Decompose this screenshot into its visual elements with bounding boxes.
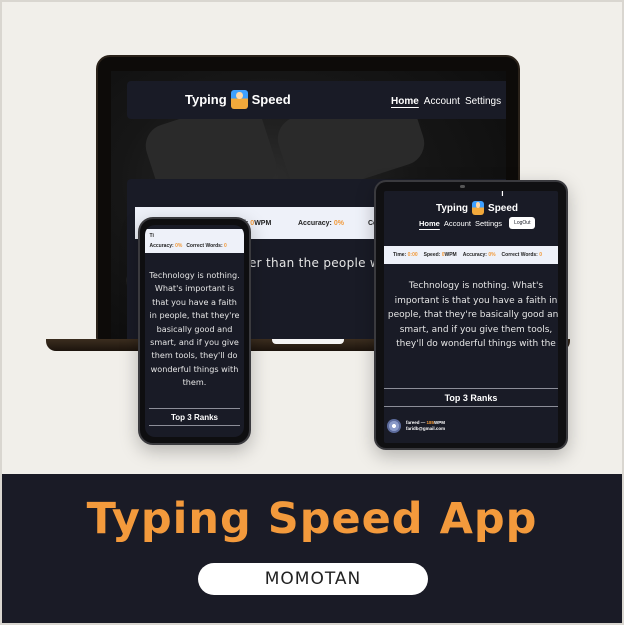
brand-logo[interactable]: Typing Speed [185, 90, 291, 109]
phone-screen: Ti Accuracy: 0% Correct Words: 0 Technol… [145, 225, 244, 437]
tablet-nav-links: Home Account Settings LogOut [419, 217, 536, 229]
phone-notch [174, 220, 204, 225]
nav-account-link[interactable]: Account [444, 219, 471, 228]
gear-avatar-icon [387, 419, 401, 433]
brand-text-right: Speed [251, 92, 291, 107]
phone-divider [149, 408, 240, 409]
phone-correct-words-stat: Correct Words: 0 [186, 243, 227, 249]
typing-person-icon [230, 90, 248, 109]
author-badge: MOMOTAN [198, 563, 428, 595]
nav-home-link[interactable]: Home [419, 219, 440, 228]
nav-settings-link[interactable]: Settings [475, 219, 502, 228]
tablet-stats-bar: Time: 0:00 Speed: 0WPM Accuracy: 0% Corr… [384, 246, 558, 264]
speed-stat: Speed: 0WPM [423, 252, 457, 258]
tablet-divider [384, 388, 558, 389]
nav-settings-link[interactable]: Settings [465, 96, 501, 107]
phone-ranks-title: Top 3 Ranks [171, 413, 218, 422]
rank-wpm: 185 [426, 419, 435, 425]
correct-words-stat: Correct Words: 0 [501, 252, 543, 258]
phone-time-fragment: Ti [149, 233, 154, 239]
typing-person-icon [472, 201, 485, 215]
tablet-brand-logo[interactable]: Typing Speed [436, 201, 518, 215]
phone-stats-row-top: Ti [150, 233, 240, 239]
accuracy-stat: Accuracy: 0% [298, 219, 344, 227]
tablet-ranks-title: Top 3 Ranks [444, 393, 498, 403]
nav-home-link[interactable]: Home [391, 96, 419, 107]
rank-info: fareed — 185WPM faridb@gmail.com [406, 420, 445, 432]
footer-banner: Typing Speed App MOMOTAN [0, 474, 624, 625]
phone-accuracy-stat: Accuracy: 0% [149, 243, 183, 249]
tablet-screen: T Typing Speed Home Account Settings Log… [384, 191, 558, 443]
rank-email: faridb@gmail.com [406, 426, 446, 431]
brand-text-left: Typing [436, 202, 469, 214]
tablet-camera [460, 185, 465, 188]
phone-typing-text: Technology is nothing. What's important … [149, 270, 240, 388]
tablet-title-fragment: T [500, 191, 505, 198]
phone-stats-row-bottom: Accuracy: 0% Correct Words: 0 [150, 243, 240, 249]
tablet-typing-text: Technology is nothing. What's important … [387, 281, 558, 349]
laptop-base-notch [272, 339, 344, 344]
brand-text-left: Typing [185, 92, 227, 107]
accuracy-stat: Accuracy: 0% [462, 252, 496, 258]
phone-mockup: Ti Accuracy: 0% Correct Words: 0 Technol… [138, 217, 251, 445]
nav-account-link[interactable]: Account [424, 96, 460, 107]
rank-entry: fareed — 185WPM faridb@gmail.com [387, 419, 445, 433]
logout-button[interactable]: LogOut [509, 217, 536, 229]
tablet-mockup: T Typing Speed Home Account Settings Log… [374, 180, 568, 450]
rank-name: fareed [406, 419, 420, 425]
nav-links: Home Account Settings [391, 94, 506, 108]
laptop-navbar: Typing Speed Home Account Settings [127, 81, 506, 119]
phone-stats-bar: Ti Accuracy: 0% Correct Words: 0 [145, 229, 244, 253]
time-stat: Time: 0:00 [393, 252, 418, 258]
phone-divider [149, 425, 240, 426]
footer-title: Typing Speed App [86, 494, 538, 544]
tablet-divider [384, 406, 558, 407]
brand-text-right: Speed [488, 202, 519, 214]
